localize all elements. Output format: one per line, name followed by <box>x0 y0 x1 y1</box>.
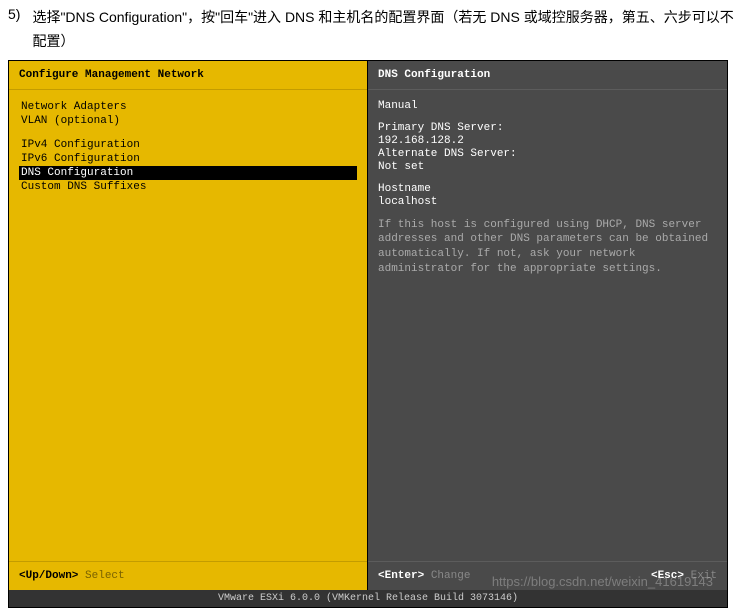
hostname-label: Hostname <box>378 183 717 195</box>
left-panel: Configure Management Network Network Ada… <box>9 61 368 590</box>
right-panel-title: DNS Configuration <box>368 61 727 90</box>
right-panel: DNS Configuration Manual Primary DNS Ser… <box>368 61 727 590</box>
status-bar: VMware ESXi 6.0.0 (VMKernel Release Buil… <box>9 590 727 607</box>
menu-item-network-adapters[interactable]: Network Adapters <box>19 100 357 114</box>
dns-mode: Manual <box>378 100 717 112</box>
primary-dns-label: Primary DNS Server: <box>378 122 717 134</box>
left-footer: <Up/Down> Select <box>9 561 367 590</box>
enter-key: <Enter> <box>378 570 424 582</box>
esc-key: <Esc> <box>651 570 684 582</box>
right-panel-body: Manual Primary DNS Server: 192.168.128.2… <box>368 90 727 561</box>
help-text: If this host is configured using DHCP, D… <box>378 218 717 277</box>
updown-label: Select <box>85 570 125 582</box>
instruction-number: 5) <box>8 6 20 54</box>
hostname-value: localhost <box>378 196 717 208</box>
primary-dns-value: 192.168.128.2 <box>378 135 717 147</box>
updown-key: <Up/Down> <box>19 570 78 582</box>
alternate-dns-value: Not set <box>378 161 717 173</box>
menu-item-ipv6-configuration[interactable]: IPv6 Configuration <box>19 152 357 166</box>
esxi-console: Configure Management Network Network Ada… <box>8 60 728 608</box>
menu-item-vlan-optional[interactable]: VLAN (optional) <box>19 114 357 128</box>
left-panel-body: Network AdaptersVLAN (optional) IPv4 Conf… <box>9 90 367 561</box>
instruction-body: 选择"DNS Configuration"，按"回车"进入 DNS 和主机名的配… <box>32 6 739 54</box>
esc-label: Exit <box>691 570 717 582</box>
instruction-text: 5) 选择"DNS Configuration"，按"回车"进入 DNS 和主机… <box>0 0 739 60</box>
alternate-dns-label: Alternate DNS Server: <box>378 148 717 160</box>
menu-item-ipv4-configuration[interactable]: IPv4 Configuration <box>19 138 357 152</box>
menu-item-custom-dns-suffixes[interactable]: Custom DNS Suffixes <box>19 180 357 194</box>
enter-label: Change <box>431 570 471 582</box>
right-footer: <Enter> Change <Esc> Exit <box>368 561 727 590</box>
menu-item-dns-configuration[interactable]: DNS Configuration <box>19 166 357 180</box>
left-panel-title: Configure Management Network <box>9 61 367 90</box>
main-area: Configure Management Network Network Ada… <box>9 61 727 590</box>
